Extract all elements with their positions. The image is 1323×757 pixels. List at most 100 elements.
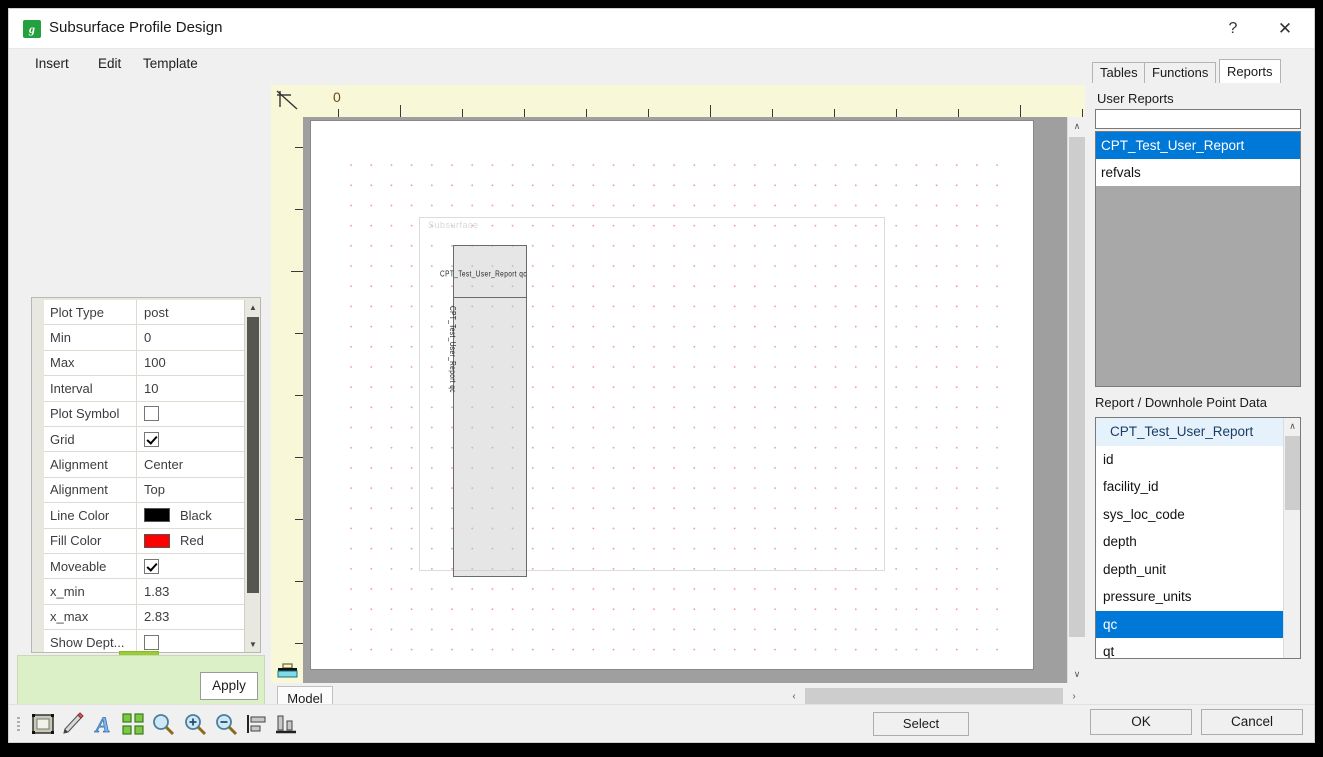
user-report-item[interactable]: refvals xyxy=(1096,159,1300,186)
property-row[interactable]: Interval10 xyxy=(44,376,246,401)
canvas-viewport[interactable]: Subsurface CPT_Test_User_Report qc CPT_T… xyxy=(303,117,1085,683)
canvas-vertical-scrollbar[interactable]: ∧ ∨ xyxy=(1067,117,1085,683)
align-bottom-icon[interactable] xyxy=(274,712,298,736)
point-data-field-list[interactable]: CPT_Test_User_Reportidfacility_idsys_loc… xyxy=(1095,417,1301,659)
tab-tables[interactable]: Tables xyxy=(1092,62,1146,83)
field-list-item[interactable]: depth_unit xyxy=(1096,556,1300,584)
property-value[interactable] xyxy=(136,402,246,426)
property-name: Moveable xyxy=(44,559,136,574)
property-value[interactable]: 100 xyxy=(136,351,246,375)
property-value[interactable] xyxy=(136,427,246,451)
close-button[interactable]: ✕ xyxy=(1262,9,1308,49)
field-list-item[interactable]: sys_loc_code xyxy=(1096,501,1300,529)
report-search-input[interactable] xyxy=(1095,109,1301,129)
field-list-item[interactable]: qc xyxy=(1096,611,1300,639)
property-row[interactable]: Line ColorBlack xyxy=(44,503,246,528)
property-value[interactable]: Center xyxy=(136,452,246,476)
field-list-items[interactable]: CPT_Test_User_Reportidfacility_idsys_loc… xyxy=(1096,418,1300,659)
ok-button[interactable]: OK xyxy=(1090,709,1192,735)
user-report-item[interactable]: CPT_Test_User_Report xyxy=(1096,132,1300,159)
plot-object[interactable]: CPT_Test_User_Report qc CPT_Test_User_Re… xyxy=(453,245,527,577)
region-label: Subsurface xyxy=(428,220,479,230)
property-name: Plot Type xyxy=(44,305,136,320)
field-list-header[interactable]: CPT_Test_User_Report xyxy=(1096,418,1300,446)
checkbox[interactable] xyxy=(144,406,159,421)
field-list-item[interactable]: depth xyxy=(1096,528,1300,556)
field-list-item[interactable]: id xyxy=(1096,446,1300,474)
checkbox[interactable] xyxy=(144,559,159,574)
ruler-tick xyxy=(772,109,773,117)
property-row[interactable]: AlignmentTop xyxy=(44,478,246,503)
property-value[interactable]: 1.83 xyxy=(136,579,246,603)
scroll-down-icon[interactable]: ▼ xyxy=(245,637,261,652)
property-grid-scrollbar[interactable]: ▲ ▼ xyxy=(244,300,260,652)
select-button[interactable]: Select xyxy=(873,712,969,736)
tab-reports[interactable]: Reports xyxy=(1219,59,1281,83)
scrollbar-thumb[interactable] xyxy=(247,317,259,593)
scrollbar-thumb[interactable] xyxy=(1069,137,1085,637)
property-row[interactable]: Moveable xyxy=(44,554,246,579)
select-object-icon[interactable] xyxy=(31,712,55,736)
property-row[interactable]: Plot Typepost xyxy=(44,300,246,325)
property-value[interactable]: 0 xyxy=(136,325,246,349)
property-row[interactable]: Fill ColorRed xyxy=(44,529,246,554)
property-value[interactable]: Black xyxy=(136,503,246,527)
title-bar: g Subsurface Profile Design ? ✕ xyxy=(9,9,1314,49)
property-value[interactable]: 10 xyxy=(136,376,246,400)
scroll-down-icon[interactable]: ∨ xyxy=(1068,665,1086,683)
scroll-up-icon[interactable]: ∧ xyxy=(1284,418,1301,435)
property-row[interactable]: Show Dept... xyxy=(44,630,246,652)
pencil-icon[interactable] xyxy=(61,712,85,736)
help-button[interactable]: ? xyxy=(1210,9,1256,49)
checkbox[interactable] xyxy=(144,635,159,650)
design-page[interactable]: Subsurface CPT_Test_User_Report qc CPT_T… xyxy=(311,121,1033,669)
menu-item-template[interactable]: Template xyxy=(139,54,202,73)
color-swatch[interactable] xyxy=(144,534,170,548)
zoom-in-icon[interactable] xyxy=(183,712,207,736)
tab-functions[interactable]: Functions xyxy=(1144,62,1216,83)
zoom-out-icon[interactable] xyxy=(214,712,238,736)
toolbar-grip[interactable] xyxy=(17,717,20,731)
property-grid[interactable]: Plot TypepostMin0Max100Interval10Plot Sy… xyxy=(44,300,246,652)
menu-item-insert[interactable]: Insert xyxy=(31,54,73,73)
user-reports-list[interactable]: CPT_Test_User_Reportrefvals xyxy=(1095,131,1301,387)
magnifier-icon[interactable] xyxy=(151,712,175,736)
menu-item-edit[interactable]: Edit xyxy=(94,54,125,73)
property-row[interactable]: x_min1.83 xyxy=(44,579,246,604)
origin-arrow-icon xyxy=(275,89,301,113)
ruler-tick xyxy=(295,147,303,148)
bottom-toolbar: A xyxy=(9,704,1314,742)
scroll-up-icon[interactable]: ▲ xyxy=(245,300,261,315)
property-name: Grid xyxy=(44,432,136,447)
scroll-up-icon[interactable]: ∧ xyxy=(1068,117,1086,135)
field-list-scrollbar[interactable]: ∧ xyxy=(1283,418,1300,658)
property-value[interactable] xyxy=(136,554,246,578)
ruler-tick xyxy=(1020,105,1021,117)
scrollbar-thumb[interactable] xyxy=(1285,436,1300,510)
property-value[interactable]: Top xyxy=(136,478,246,502)
field-list-item[interactable]: qt xyxy=(1096,638,1300,659)
field-list-item[interactable]: pressure_units xyxy=(1096,583,1300,611)
checkbox[interactable] xyxy=(144,432,159,447)
color-name: Red xyxy=(180,533,204,548)
cancel-button[interactable]: Cancel xyxy=(1201,709,1303,735)
property-row[interactable]: x_max2.83 xyxy=(44,605,246,630)
align-left-icon[interactable] xyxy=(245,712,269,736)
property-row[interactable]: Max100 xyxy=(44,351,246,376)
apply-button[interactable]: Apply xyxy=(200,672,258,700)
point-data-label: Report / Downhole Point Data xyxy=(1095,395,1267,410)
property-row[interactable]: Min0 xyxy=(44,325,246,350)
property-row[interactable]: Plot Symbol xyxy=(44,402,246,427)
text-tool-icon[interactable]: A xyxy=(91,712,115,736)
field-list-item[interactable]: facility_id xyxy=(1096,473,1300,501)
color-swatch[interactable] xyxy=(144,508,170,522)
property-row[interactable]: Grid xyxy=(44,427,246,452)
property-row[interactable]: AlignmentCenter xyxy=(44,452,246,477)
ruler-tick xyxy=(958,109,959,117)
property-value[interactable]: Red xyxy=(136,529,246,553)
property-value[interactable] xyxy=(136,630,246,652)
property-value[interactable]: post xyxy=(136,300,246,324)
ruler-tick xyxy=(295,333,303,334)
property-value[interactable]: 2.83 xyxy=(136,605,246,629)
arrange-grid-icon[interactable] xyxy=(121,712,145,736)
